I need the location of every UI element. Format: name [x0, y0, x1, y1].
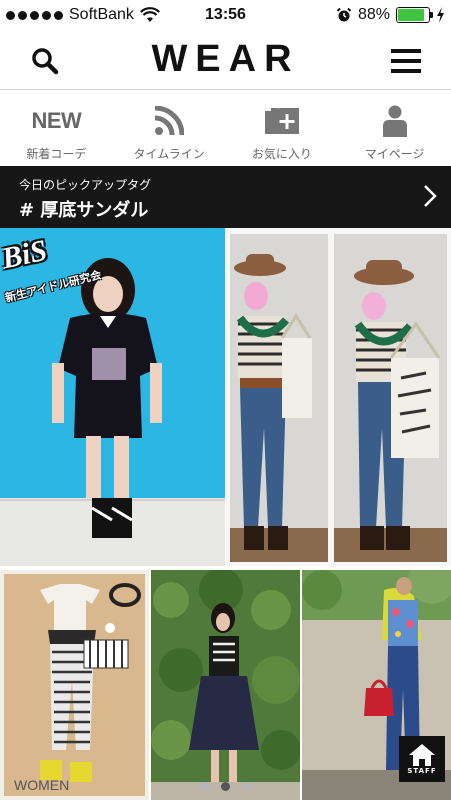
status-bar: SoftBank 13:56 88%	[0, 0, 451, 30]
page-dot[interactable]	[243, 782, 252, 791]
rss-icon	[154, 106, 185, 136]
pickup-tag-banner[interactable]: 今日のピックアップタグ # 厚底サンダル	[0, 166, 451, 228]
favorite-folder-plus-icon	[264, 108, 299, 134]
tab-label: タイムライン	[133, 147, 205, 161]
chevron-right-icon	[424, 185, 437, 207]
charging-icon	[437, 7, 444, 23]
coordinate-photo[interactable]	[226, 228, 451, 566]
tab-my-page[interactable]: マイページ	[338, 91, 451, 166]
page-indicator[interactable]	[0, 782, 451, 791]
battery-percent: 88%	[357, 6, 390, 23]
person-icon	[382, 105, 407, 137]
pickup-tag: # 厚底サンダル	[19, 200, 149, 221]
coordinate-photo[interactable]	[0, 570, 149, 800]
staff-label: STAFF	[407, 766, 437, 775]
tab-timeline[interactable]: タイムライン	[113, 91, 226, 166]
battery-icon	[396, 7, 433, 23]
page-dot[interactable]	[199, 782, 208, 791]
carrier-name: SoftBank	[69, 6, 134, 23]
tab-favorites[interactable]: お気に入り	[226, 91, 339, 166]
new-text-icon: NEW	[31, 108, 82, 133]
coordinate-photo[interactable]: BiS 新生アイドル研究会	[0, 228, 225, 566]
alarm-icon	[336, 7, 352, 22]
staff-button[interactable]: STAFF	[399, 736, 445, 782]
tab-label: マイページ	[364, 147, 425, 161]
menu-icon	[391, 49, 421, 53]
page-dot[interactable]	[221, 782, 230, 791]
tab-label: 新着コーデ	[26, 147, 87, 161]
app-header: WEAR	[0, 30, 451, 90]
signal-dots-icon	[6, 10, 63, 20]
coordinate-photo[interactable]	[151, 570, 300, 800]
pickup-caption: 今日のピックアップタグ	[19, 178, 152, 192]
tab-new-coordinates[interactable]: NEW 新着コーデ	[0, 91, 113, 166]
nav-tabs: NEW 新着コーデ タイムライン お気に入り マイページ	[0, 91, 451, 166]
menu-button[interactable]	[391, 46, 421, 76]
tab-label: お気に入り	[251, 147, 312, 161]
app-logo[interactable]: WEAR	[0, 38, 451, 81]
home-icon	[409, 743, 435, 766]
coordinate-grid: BiS 新生アイドル研究会	[0, 228, 451, 800]
wifi-icon	[139, 7, 160, 22]
